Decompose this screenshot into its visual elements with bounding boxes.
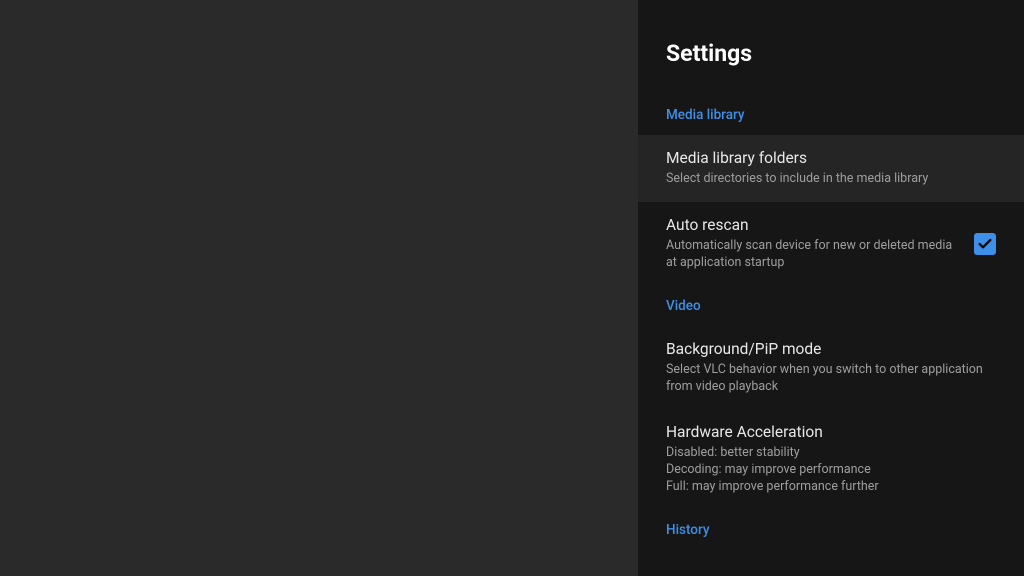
setting-media-library-folders[interactable]: Media library folders Select directories… (638, 135, 1024, 202)
setting-title: Auto rescan (666, 216, 964, 234)
setting-hardware-acceleration[interactable]: Hardware Acceleration Disabled: better s… (638, 409, 1024, 510)
settings-panel: Settings Media library Media library fol… (638, 0, 1024, 576)
setting-title: Hardware Acceleration (666, 423, 986, 441)
setting-title: Media library folders (666, 149, 986, 167)
setting-content: Media library folders Select directories… (666, 149, 996, 188)
section-header-label: Media library (666, 107, 1024, 123)
setting-auto-rescan[interactable]: Auto rescan Automatically scan device fo… (638, 202, 1024, 286)
section-header-label: History (666, 522, 1024, 538)
setting-description: Select VLC behavior when you switch to o… (666, 362, 986, 396)
setting-content: Auto rescan Automatically scan device fo… (666, 216, 974, 272)
section-header-label: Video (666, 298, 1024, 314)
section-header-media-library: Media library (638, 95, 1024, 135)
settings-title: Settings (666, 40, 1024, 67)
auto-rescan-checkbox[interactable] (974, 233, 996, 255)
left-empty-panel (0, 0, 638, 576)
setting-content: Hardware Acceleration Disabled: better s… (666, 423, 996, 496)
settings-header: Settings (638, 0, 1024, 95)
setting-pip-mode[interactable]: Background/PiP mode Select VLC behavior … (638, 326, 1024, 410)
setting-description: Automatically scan device for new or del… (666, 238, 964, 272)
section-header-video: Video (638, 286, 1024, 326)
check-icon (977, 236, 993, 252)
section-header-history: History (638, 510, 1024, 550)
setting-content: Background/PiP mode Select VLC behavior … (666, 340, 996, 396)
setting-description: Disabled: better stabilityDecoding: may … (666, 445, 986, 496)
setting-description: Select directories to include in the med… (666, 171, 986, 188)
setting-title: Background/PiP mode (666, 340, 986, 358)
